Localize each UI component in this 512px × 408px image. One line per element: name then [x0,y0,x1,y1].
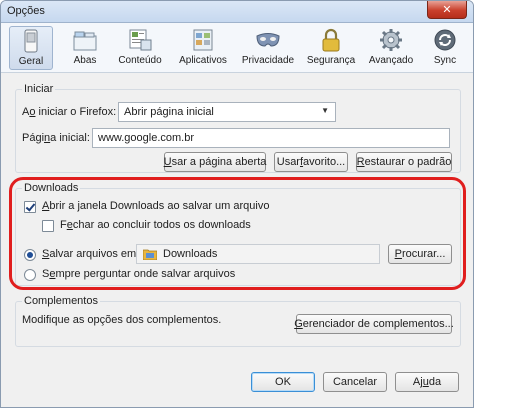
home-page-input[interactable]: www.google.com.br [92,128,450,148]
preferences-toolbar: Geral Abas Conteúdo Aplicativos Privacid… [1,23,473,73]
tab-advanced-label: Avançado [368,55,414,66]
chevron-down-icon: ▼ [321,106,329,115]
gear-icon [380,29,402,51]
options-dialog: Opções ✕ Geral Abas Conteúdo Aplicativos… [0,0,474,408]
home-page-label: Página inicial: [22,132,90,144]
tab-content-label: Conteúdo [118,55,162,66]
use-bookmark-button[interactable]: Usar f avorito... [274,152,348,172]
tab-general[interactable]: Geral [9,26,53,70]
lock-icon [322,28,340,52]
ok-button[interactable]: OK [251,372,315,392]
tab-tabs[interactable]: Abas [63,26,107,70]
restore-default-button[interactable]: Restaurar o padrão [356,152,452,172]
startup-group: Iniciar Ao iniciar o Firefox: Abrir pági… [15,83,461,173]
tabs-icon [73,31,97,51]
manage-addons-button[interactable]: Gerenciador de complementos... [294,314,454,334]
addons-group: Complementos Modifique as opções dos com… [15,295,461,347]
tab-privacy[interactable]: Privacidade [239,26,297,70]
tab-applications[interactable]: Aplicativos [173,26,233,70]
help-button[interactable]: Aj u da [395,372,459,392]
tab-general-label: Geral [18,56,44,67]
tab-security[interactable]: Segurança [303,26,359,70]
startup-select-value: Abrir página inicial [124,106,214,118]
tab-content[interactable]: Conteúdo [113,26,167,70]
startup-select[interactable]: Abrir página inicial ▼ [118,102,336,122]
use-current-page-button[interactable]: Usar a página aberta [164,152,266,172]
content-icon [129,29,152,51]
tab-sync[interactable]: Sync [425,26,465,70]
applications-icon [193,29,213,51]
window-title: Opções [7,5,45,17]
addons-description: Modifique as opções dos complementos. [22,314,222,326]
close-icon: ✕ [442,4,452,16]
title-bar: Opções ✕ [1,1,473,23]
addons-group-title: Complementos [22,295,100,307]
tab-tabs-label: Abas [73,55,97,66]
home-page-value: www.google.com.br [98,132,194,144]
downloads-highlight-annotation [9,177,466,290]
tab-security-label: Segurança [306,55,356,66]
tab-privacy-label: Privacidade [241,55,295,66]
switch-icon [24,29,38,53]
tab-applications-label: Aplicativos [179,55,227,66]
mask-icon [256,33,280,47]
close-button[interactable]: ✕ [427,1,467,19]
startup-group-title: Iniciar [22,83,56,95]
start-label: Ao iniciar o Firefox: [22,106,117,118]
tab-sync-label: Sync [433,55,457,66]
sync-icon [434,29,456,51]
tab-advanced[interactable]: Avançado [365,26,417,70]
cancel-button[interactable]: Cancelar [323,372,387,392]
